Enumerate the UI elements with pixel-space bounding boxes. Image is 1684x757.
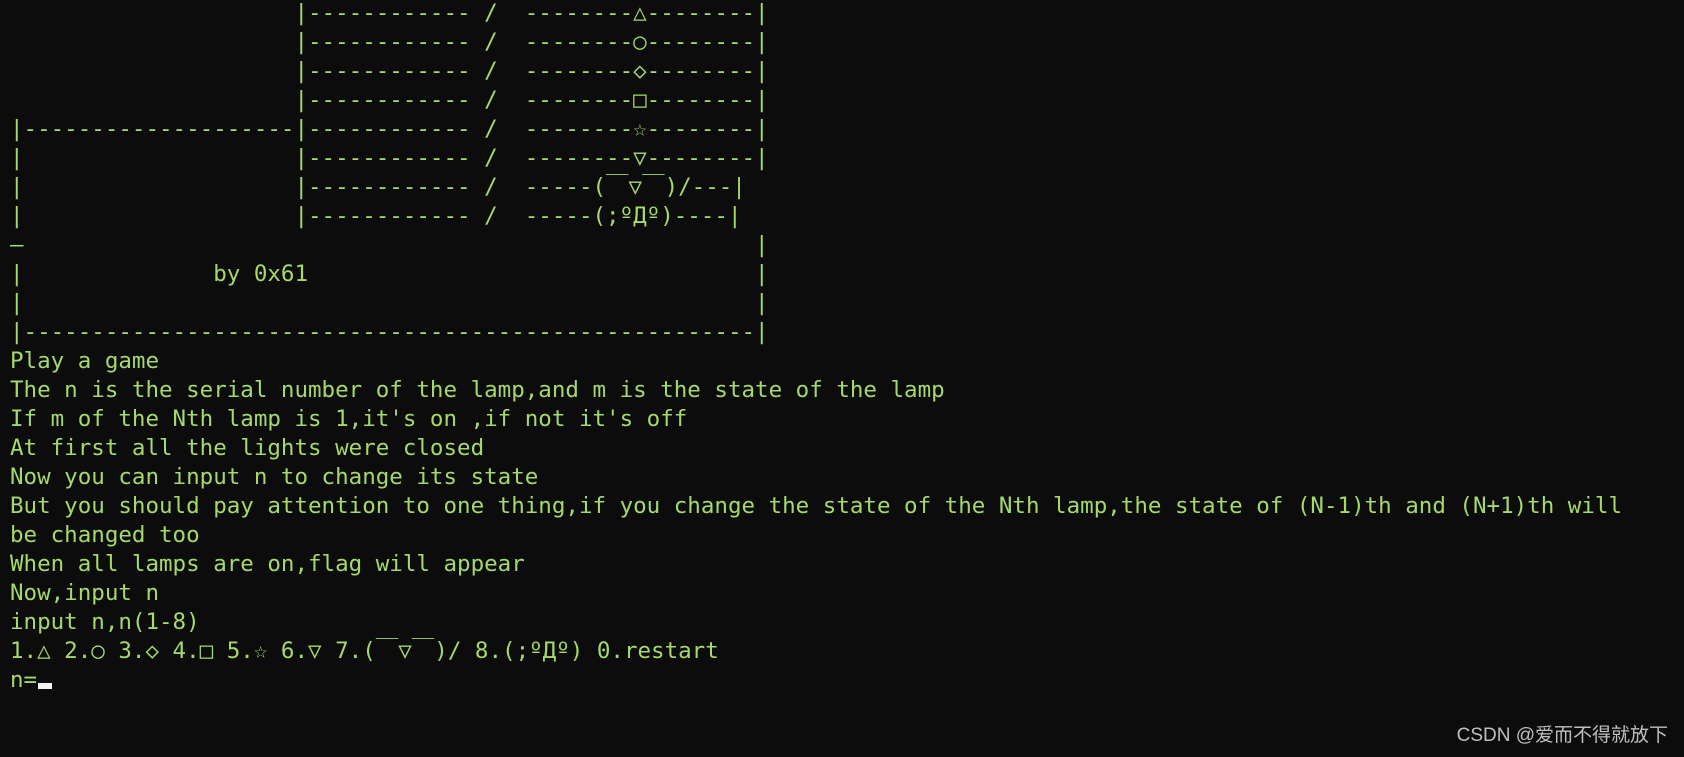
- terminal-line: But you should pay attention to one thin…: [10, 493, 1622, 519]
- terminal-line: |---------------------------------------…: [10, 319, 769, 345]
- terminal-line: Play a game: [10, 348, 160, 374]
- terminal-line: | |: [10, 290, 769, 316]
- terminal-line: be changed too: [10, 522, 200, 548]
- terminal-line: | |------------ / --------▽--------|: [10, 145, 769, 171]
- prompt-line[interactable]: n=: [10, 666, 1622, 695]
- terminal-line: The n is the serial number of the lamp,a…: [10, 377, 945, 403]
- terminal-line: input n,n(1-8): [10, 609, 200, 635]
- terminal-line: If m of the Nth lamp is 1,it's on ,if no…: [10, 406, 688, 432]
- prompt-label: n=: [10, 667, 38, 693]
- terminal-window[interactable]: |------------ / --------△--------| |----…: [0, 0, 1684, 757]
- csdn-watermark: CSDN @爱而不得就放下: [1456, 725, 1668, 746]
- terminal-line: |------------ / --------○--------|: [10, 29, 769, 55]
- terminal-line: Now you can input n to change its state: [10, 464, 539, 490]
- terminal-output: |------------ / --------△--------| |----…: [10, 0, 1622, 695]
- terminal-line: |------------ / --------◇--------|: [10, 58, 769, 84]
- terminal-line: |--------------------|------------ / ---…: [10, 116, 769, 142]
- terminal-line: Now,input n: [10, 580, 160, 606]
- terminal-line: | |------------ / -----(￣▽￣)/---|: [10, 174, 746, 200]
- terminal-line: — |: [10, 232, 769, 258]
- terminal-line: 1.△ 2.○ 3.◇ 4.□ 5.☆ 6.▽ 7.(￣▽￣)/ 8.(;ºДº…: [10, 638, 719, 664]
- terminal-line: | |------------ / -----(;ºДº)----|: [10, 203, 742, 229]
- terminal-line: |------------ / --------□--------|: [10, 87, 769, 113]
- terminal-line: When all lamps are on,flag will appear: [10, 551, 525, 577]
- terminal-line: |------------ / --------△--------|: [10, 0, 769, 26]
- terminal-line: | by 0x61 |: [10, 261, 769, 287]
- text-cursor: [38, 683, 53, 689]
- terminal-line: At first all the lights were closed: [10, 435, 485, 461]
